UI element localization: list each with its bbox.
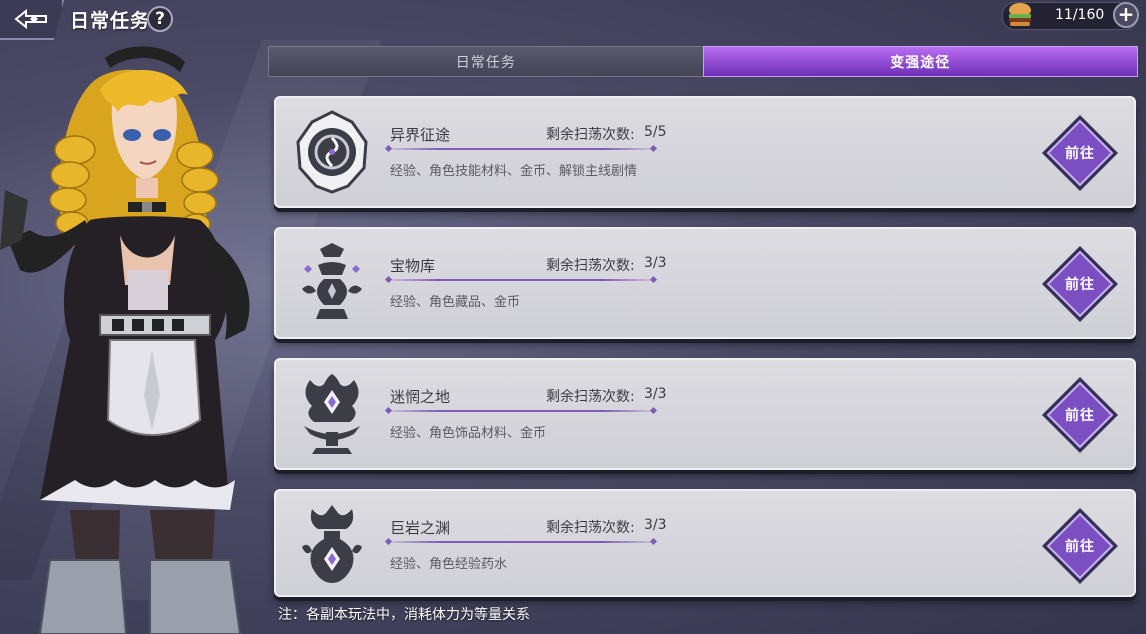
task-card: 异界征途 剩余扫荡次数: 5/5 经验、角色技能材料、金币、解锁主线剧情 前往 (274, 96, 1136, 208)
maid-character-illustration (0, 46, 250, 634)
go-button[interactable]: 前往 (1040, 113, 1120, 193)
divider (386, 148, 656, 150)
back-button[interactable] (0, 0, 64, 40)
tab-power-up-paths[interactable]: 变强途径 (702, 46, 1138, 77)
task-card: 宝物库 剩余扫荡次数: 3/3 经验、角色藏品、金币 前往 (274, 227, 1136, 339)
help-button[interactable]: ? (147, 6, 173, 32)
divider (386, 410, 656, 412)
flask-emblem-icon (302, 505, 362, 583)
burger-icon (1009, 3, 1031, 26)
stamina-value: 11/160 (1055, 7, 1105, 23)
remaining-sweeps-label: 剩余扫荡次数: (546, 258, 635, 274)
go-button[interactable]: 前往 (1040, 375, 1120, 455)
go-button-label: 前往 (1065, 277, 1095, 293)
task-rewards: 经验、角色技能材料、金币、解锁主线剧情 (390, 164, 638, 179)
page-title: 日常任务 (70, 10, 151, 32)
crystal-tree-emblem-icon (304, 374, 360, 454)
stamina-counter: 11/160 + (1002, 2, 1139, 30)
task-name: 宝物库 (390, 257, 436, 275)
task-name: 异界征途 (390, 126, 451, 144)
task-rewards: 经验、角色经验药水 (390, 557, 508, 572)
remaining-sweeps-label: 剩余扫荡次数: (546, 127, 635, 143)
go-button-label: 前往 (1065, 146, 1095, 162)
remaining-sweeps-count: 3/3 (644, 517, 667, 533)
divider (386, 279, 656, 281)
go-button[interactable]: 前往 (1040, 506, 1120, 586)
task-card: 迷惘之地 剩余扫荡次数: 3/3 经验、角色饰品材料、金币 前往 (274, 358, 1136, 470)
footnote: 注：各副本玩法中，消耗体力为等量关系 (278, 607, 530, 623)
treasure-vase-emblem-icon (302, 243, 362, 319)
portal-emblem-icon (296, 110, 368, 194)
task-card: 巨岩之渊 剩余扫荡次数: 3/3 经验、角色经验药水 前往 (274, 489, 1136, 597)
divider (386, 541, 656, 543)
task-rewards: 经验、角色藏品、金币 (390, 295, 521, 310)
go-button-label: 前往 (1065, 539, 1095, 555)
remaining-sweeps-label: 剩余扫荡次数: (546, 520, 635, 536)
go-button[interactable]: 前往 (1040, 244, 1120, 324)
remaining-sweeps-count: 5/5 (644, 124, 667, 140)
remaining-sweeps-count: 3/3 (644, 255, 667, 271)
remaining-sweeps-label: 剩余扫荡次数: (546, 389, 635, 405)
task-rewards: 经验、角色饰品材料、金币 (390, 426, 547, 441)
task-name: 迷惘之地 (390, 388, 451, 406)
remaining-sweeps-count: 3/3 (644, 386, 667, 402)
tab-bar: 日常任务 变强途径 (268, 46, 1138, 77)
tab-daily-tasks[interactable]: 日常任务 (268, 46, 703, 77)
go-button-label: 前往 (1065, 408, 1095, 424)
back-arrow-icon (14, 8, 47, 30)
task-name: 巨岩之渊 (390, 519, 451, 537)
add-stamina-button[interactable]: + (1113, 2, 1139, 28)
